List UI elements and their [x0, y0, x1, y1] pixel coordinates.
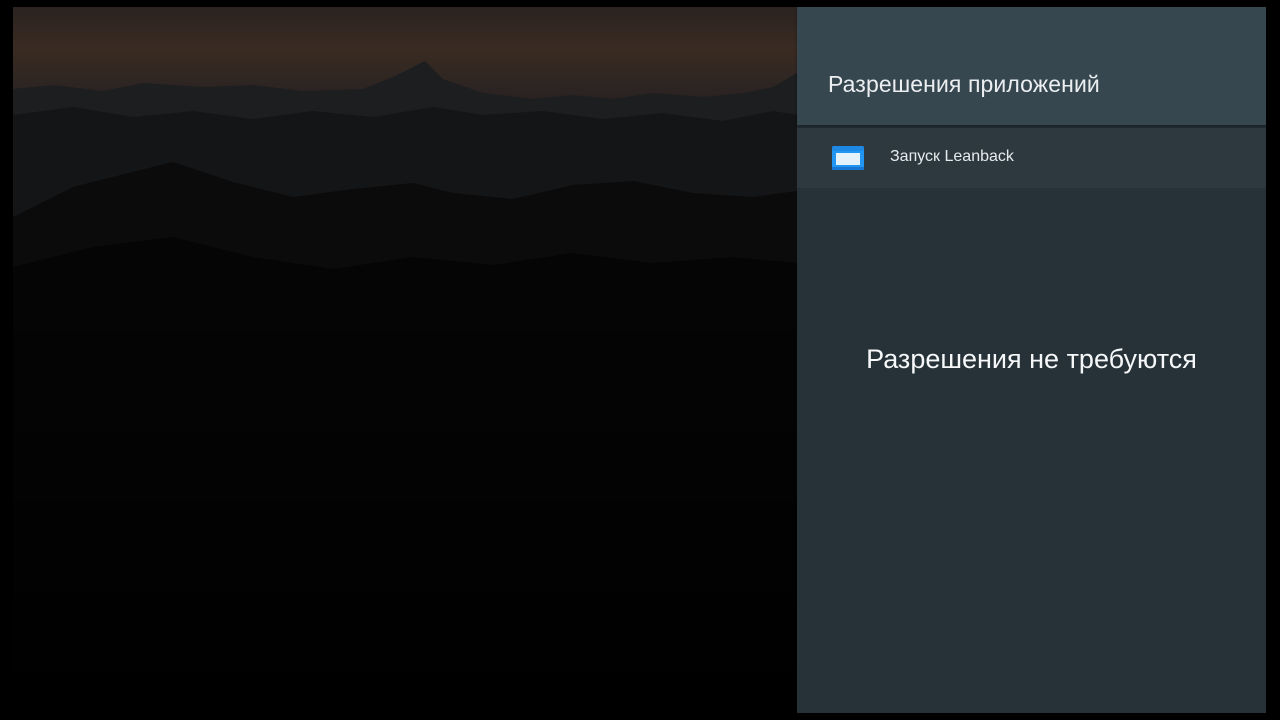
no-permissions-message: Разрешения не требуются — [866, 344, 1197, 374]
app-permissions-panel: Разрешения приложений Запуск Leanback Ра… — [797, 7, 1266, 713]
tv-settings-screen: Разрешения приложений Запуск Leanback Ра… — [0, 0, 1280, 720]
page-title: Разрешения приложений — [828, 71, 1100, 97]
app-window-icon — [832, 146, 864, 170]
list-item-leanback-launch[interactable]: Запуск Leanback — [797, 128, 1266, 188]
list-item-label: Запуск Leanback — [890, 148, 1014, 165]
mountain-background — [13, 7, 797, 713]
panel-header: Разрешения приложений — [797, 7, 1266, 125]
mountain-silhouette-icon — [13, 7, 797, 713]
